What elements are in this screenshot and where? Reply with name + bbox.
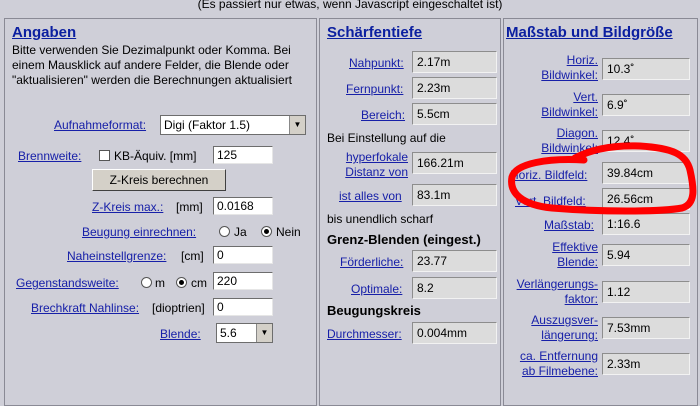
kb-aequiv-checkbox[interactable] [99, 150, 110, 161]
vert-bildwinkel-output: 6.9˚ [602, 94, 690, 116]
hyperfokal-label[interactable]: hyperfokale Distanz von [325, 150, 408, 180]
javascript-note: (Es passiert nur etwas, wenn Javascript … [197, 0, 503, 11]
aufnahmeformat-value: Digi (Faktor 1.5) [164, 118, 251, 132]
foerderliche-output: 23.77 [412, 250, 497, 272]
chevron-down-icon[interactable]: ▼ [256, 324, 272, 342]
auszugsverlaengerung-output: 7.53mm [602, 317, 690, 339]
brennweite-label[interactable]: Brennweite: [18, 149, 81, 163]
gegenstand-m-label: m [155, 276, 165, 290]
massstab-label[interactable]: Maßstab: [544, 218, 594, 232]
gegenstandsweite-input[interactable]: 220 [213, 272, 273, 290]
beugung-nein-label: Nein [276, 225, 301, 239]
gegenstandsweite-label[interactable]: Gegenstandsweite: [16, 276, 119, 290]
vert-bildfeld-label[interactable]: Vert. Bildfeld: [515, 194, 586, 208]
zkreis-input[interactable]: 0.0168 [213, 197, 273, 215]
durchmesser-label[interactable]: Durchmesser: [327, 327, 402, 341]
zkreis-label[interactable]: Z-Kreis max.: [92, 200, 163, 214]
horiz-bildfeld-label[interactable]: Horiz. Bildfeld: [510, 168, 587, 182]
fernpunkt-output: 2.23m [412, 77, 497, 99]
vert-bildwinkel-label[interactable]: Vert. Bildwinkel: [506, 90, 598, 120]
optimale-output: 8.2 [412, 277, 497, 299]
horiz-bildfeld-output: 39.84cm [602, 162, 690, 184]
angaben-intro: Bitte verwenden Sie Dezimalpunkt oder Ko… [12, 43, 293, 87]
naheinstellgrenze-unit: [cm] [181, 249, 204, 263]
naheinstellgrenze-label[interactable]: Naheinstellgrenze: [67, 249, 166, 263]
angaben-title: Angaben [12, 24, 77, 41]
verlaengerungsfaktor-output: 1.12 [602, 281, 690, 303]
blende-label[interactable]: Blende: [160, 327, 201, 341]
diag-bildwinkel-output: 12.4˚ [602, 130, 690, 152]
gegenstand-cm-label: cm [191, 276, 207, 290]
entfernung-filmebene-label[interactable]: ca. Entfernung ab Filmebene: [506, 349, 598, 379]
unendlich-text: bis unendlich scharf [327, 212, 434, 226]
grenz-blenden-heading: Grenz-Blenden (eingest.) [327, 232, 481, 247]
gegenstand-m-radio[interactable] [141, 277, 152, 288]
alles-von-output: 83.1m [412, 184, 497, 206]
beugung-nein-radio[interactable] [261, 226, 272, 237]
fernpunkt-label[interactable]: Fernpunkt: [346, 82, 403, 96]
massstab-output: 1:16.6 [602, 213, 690, 235]
optimale-label[interactable]: Optimale: [351, 282, 402, 296]
effektive-blende-label[interactable]: Effektive Blende: [506, 240, 598, 270]
auszugsverlaengerung-label[interactable]: Auszugsver- längerung: [506, 313, 598, 343]
beugungskreis-heading: Beugungskreis [327, 303, 421, 318]
kb-aequiv-label: KB-Äquiv. [mm] [114, 149, 197, 163]
zkreis-berechnen-button[interactable]: Z-Kreis berechnen [92, 169, 226, 191]
brechkraft-unit: [dioptrien] [152, 301, 205, 315]
beugung-label[interactable]: Beugung einrechnen: [82, 225, 196, 239]
zkreis-unit: [mm] [176, 200, 203, 214]
brechkraft-input[interactable]: 0 [213, 298, 273, 316]
brechkraft-label[interactable]: Brechkraft Nahlinse: [31, 301, 139, 315]
hyperfokal-output: 166.21m [412, 152, 497, 174]
beugung-ja-label: Ja [234, 225, 247, 239]
aufnahmeformat-label[interactable]: Aufnahmeformat: [54, 118, 146, 132]
nahpunkt-output: 2.17m [412, 51, 497, 73]
entfernung-filmebene-output: 2.33m [602, 353, 690, 375]
massstab-title: Maßstab und Bildgröße [506, 24, 673, 41]
bereich-output: 5.5cm [412, 103, 497, 125]
schaerfentiefe-title: Schärfentiefe [327, 24, 423, 41]
aufnahmeformat-select[interactable]: Digi (Faktor 1.5) ▼ [160, 115, 306, 135]
chevron-down-icon[interactable]: ▼ [289, 116, 305, 134]
bereich-label[interactable]: Bereich: [361, 108, 405, 122]
nahpunkt-label[interactable]: Nahpunkt: [349, 56, 404, 70]
verlaengerungsfaktor-label[interactable]: Verlängerungs- faktor: [506, 277, 598, 307]
blende-select[interactable]: 5.6 ▼ [216, 323, 273, 343]
horiz-bildwinkel-output: 10.3˚ [602, 58, 690, 80]
gegenstand-cm-radio[interactable] [176, 277, 187, 288]
horiz-bildwinkel-label[interactable]: Horiz. Bildwinkel: [506, 53, 598, 83]
vert-bildfeld-output: 26.56cm [602, 188, 690, 210]
effektive-blende-output: 5.94 [602, 244, 690, 266]
naheinstellgrenze-input[interactable]: 0 [213, 246, 273, 264]
beugung-ja-radio[interactable] [219, 226, 230, 237]
blende-value: 5.6 [220, 326, 237, 340]
diag-bildwinkel-label[interactable]: Diagon. Bildwinkel: [506, 126, 598, 156]
brennweite-input[interactable]: 125 [213, 146, 273, 164]
einstellung-text: Bei Einstellung auf die [327, 131, 446, 145]
foerderliche-label[interactable]: Förderliche: [340, 255, 403, 269]
durchmesser-output: 0.004mm [412, 322, 497, 344]
alles-von-label[interactable]: ist alles von [339, 189, 402, 203]
